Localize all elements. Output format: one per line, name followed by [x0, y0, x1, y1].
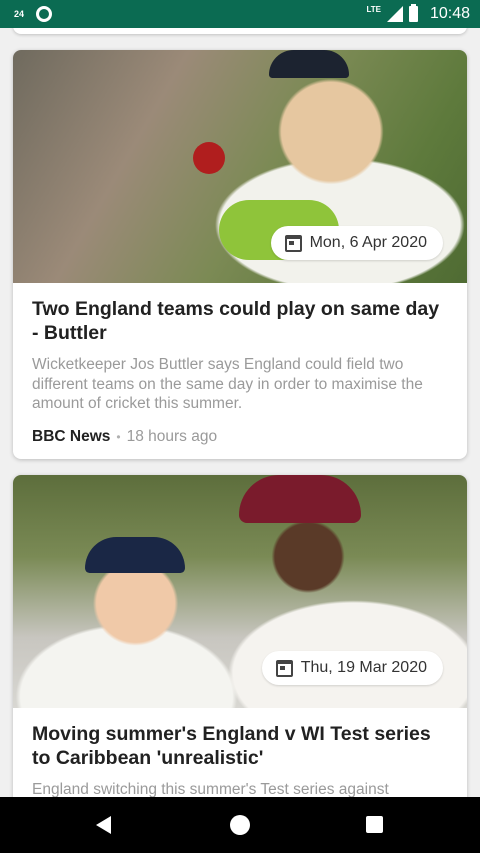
article-description: England switching this summer's Test ser…: [32, 781, 389, 797]
cap-shape: [269, 50, 349, 78]
article-body: Two England teams could play on same day…: [13, 283, 467, 446]
notification-app-icon: [36, 6, 53, 22]
navigation-bar: [0, 797, 480, 853]
article-body: Moving summer's England v WI Test series…: [13, 708, 467, 797]
news-feed[interactable]: Mon, 6 Apr 2020 Two England teams could …: [0, 28, 480, 797]
status-time: 10:48: [429, 5, 470, 22]
home-icon[interactable]: [230, 815, 250, 835]
calendar-icon: [284, 234, 302, 252]
cap-shape: [239, 475, 361, 523]
ball-shape: [193, 142, 225, 174]
signal-icon: [386, 6, 403, 22]
article-date: Thu, 19 Mar 2020: [300, 659, 427, 676]
article-source: BBC News: [32, 427, 111, 445]
network-type: LTE: [366, 4, 381, 14]
battery-icon: [408, 4, 418, 22]
article-meta: BBC News • 18 hours ago: [32, 428, 449, 446]
status-notifications: 24: [14, 0, 53, 28]
calendar-icon: [275, 659, 293, 677]
date-badge: Mon, 6 Apr 2020: [270, 226, 443, 260]
back-icon[interactable]: [96, 816, 111, 834]
previous-card[interactable]: [13, 28, 467, 34]
article-image: Thu, 19 Mar 2020: [13, 475, 467, 708]
article-card[interactable]: Mon, 6 Apr 2020 Two England teams could …: [13, 50, 467, 459]
article-card[interactable]: Thu, 19 Mar 2020 Moving summer's England…: [13, 475, 467, 797]
cap-shape: [85, 537, 185, 573]
status-bar: 24 LTE 10:48: [0, 0, 480, 28]
article-image: Mon, 6 Apr 2020: [13, 50, 467, 283]
article-title: Two England teams could play on same day…: [32, 298, 440, 344]
status-indicators: LTE 10:48: [366, 0, 470, 28]
separator-dot: •: [116, 429, 121, 444]
article-description: Wicketkeeper Jos Buttler says England co…: [32, 356, 423, 412]
article-title: Moving summer's England v WI Test series…: [32, 723, 431, 769]
article-date: Mon, 6 Apr 2020: [309, 234, 427, 251]
notification-count: 24: [14, 9, 25, 19]
article-time: 18 hours ago: [126, 427, 218, 445]
recents-icon[interactable]: [366, 816, 383, 833]
date-badge: Thu, 19 Mar 2020: [261, 651, 443, 685]
